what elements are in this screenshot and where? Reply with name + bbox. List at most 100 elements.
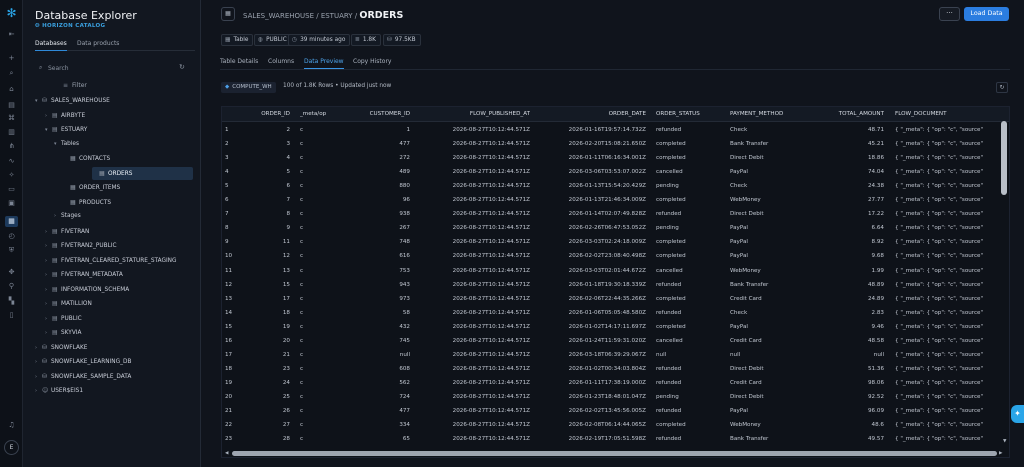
column-header-meta-op[interactable]: _meta/op [300,107,340,122]
cell-order-date[interactable]: 2026-01-06T05:05:48.580Z [532,306,646,320]
cell-customer-id[interactable]: 334 [344,418,410,432]
cell-customer-id[interactable]: 562 [344,376,410,390]
cell-total-amount[interactable]: 24.38 [812,179,884,193]
cell-order-date[interactable]: 2026-01-14T02:07:49.828Z [532,207,646,221]
cell-flow-document[interactable]: { "_meta": { "op": "c", "source" [895,235,1000,249]
cell-total-amount[interactable]: 2.83 [812,306,884,320]
cell-order-date[interactable]: 2026-01-02T14:17:11.697Z [532,320,646,334]
cell-meta-op[interactable]: c [300,376,340,390]
refresh-icon[interactable]: ↻ [179,63,185,71]
cell-order-date[interactable]: 2026-01-24T11:59:31.020Z [532,334,646,348]
scroll-left-arrow-icon[interactable]: ◀ [225,451,228,456]
cell-payment-method[interactable]: Bank Transfer [730,432,810,446]
cell-total-amount[interactable]: 98.06 [812,376,884,390]
cell-flow-document[interactable]: { "_meta": { "op": "c", "source" [895,404,1000,418]
cell-meta-op[interactable]: c [300,292,340,306]
cell-order-id[interactable]: 3 [240,137,290,151]
more-options-button[interactable]: ··· [939,7,960,21]
tree-item[interactable]: › ▤ FIVETRAN_CLEARED_STATURE_STAGING [35,254,193,267]
chevron-down-icon[interactable]: ▾ [54,138,61,151]
cell-order-date[interactable]: 2026-01-18T19:30:18.339Z [532,278,646,292]
cell-flow-document[interactable]: { "_meta": { "op": "c", "source" [895,376,1000,390]
cell-flow-published-at[interactable]: 2026-08-27T10:12:44.571Z [412,390,530,404]
table-row[interactable]: 9 11 c 748 2026-08-27T10:12:44.571Z 2026-03-0… [222,235,1009,249]
cell-flow-published-at[interactable]: 2026-08-27T10:12:44.571Z [412,249,530,263]
cell-order-status[interactable]: refunded [656,432,726,446]
table-row[interactable]: 22 27 c 334 2026-08-27T10:12:44.571Z 2026-02-… [222,418,1009,432]
cell-flow-document[interactable]: { "_meta": { "op": "c", "source" [895,278,1000,292]
cell-payment-method[interactable]: PayPal [730,249,810,263]
cell-row-number[interactable]: 7 [225,207,237,221]
cell-meta-op[interactable]: c [300,193,340,207]
cell-meta-op[interactable]: c [300,418,340,432]
cell-payment-method[interactable]: WebMoney [730,418,810,432]
avatar[interactable]: E [4,440,19,455]
cell-customer-id[interactable]: 943 [344,278,410,292]
cell-payment-method[interactable]: Direct Debit [730,207,810,221]
cell-customer-id[interactable]: 616 [344,249,410,263]
column-header-total-amount[interactable]: TOTAL_AMOUNT [812,107,884,122]
cell-row-number[interactable]: 3 [225,151,237,165]
table-row[interactable]: 15 19 c 432 2026-08-27T10:12:44.571Z 2026-01-… [222,320,1009,334]
cell-flow-published-at[interactable]: 2026-08-27T10:12:44.571Z [412,264,530,278]
tree-item[interactable]: › ▤ AIRBYTE [35,109,193,122]
cell-customer-id[interactable]: 477 [344,137,410,151]
column-header-flow-published-at[interactable]: FLOW_PUBLISHED_AT [412,107,530,122]
cell-payment-method[interactable]: Bank Transfer [730,278,810,292]
scroll-right-arrow-icon[interactable]: ▶ [999,451,1002,456]
tree-item[interactable]: › Stages [35,210,193,223]
cell-order-date[interactable]: 2026-03-06T03:53:07.002Z [532,165,646,179]
cell-flow-document[interactable]: { "_meta": { "op": "c", "source" [895,362,1000,376]
cell-order-id[interactable]: 7 [240,193,290,207]
cell-flow-published-at[interactable]: 2026-08-27T10:12:44.571Z [412,404,530,418]
cell-total-amount[interactable]: 24.89 [812,292,884,306]
cell-flow-document[interactable]: { "_meta": { "op": "c", "source" [895,320,1000,334]
ai-icon[interactable]: ✧ [5,170,18,181]
table-row[interactable]: 14 18 c 58 2026-08-27T10:12:44.571Z 2026-01-0… [222,306,1009,320]
cell-payment-method[interactable]: Direct Debit [730,362,810,376]
table-row[interactable]: 5 6 c 880 2026-08-27T10:12:44.571Z 2026-01-13… [222,179,1009,193]
cell-meta-op[interactable]: c [300,207,340,221]
cell-customer-id[interactable]: 65 [344,432,410,446]
chevron-right-icon[interactable]: › [35,342,42,355]
cell-order-id[interactable]: 26 [240,404,290,418]
table-row[interactable]: 1 2 c 1 2026-08-27T10:12:44.571Z 2026-01-16T1… [222,123,1009,137]
cell-order-id[interactable]: 21 [240,348,290,362]
table-row[interactable]: 23 28 c 65 2026-08-27T10:12:44.571Z 2026-02-1… [222,432,1009,446]
cell-meta-op[interactable]: c [300,123,340,137]
dashboard-icon[interactable]: ▥ [5,127,18,138]
cell-payment-method[interactable]: Credit Card [730,292,810,306]
cell-order-status[interactable]: completed [656,320,726,334]
cell-payment-method[interactable]: PayPal [730,320,810,334]
cell-meta-op[interactable]: c [300,179,340,193]
cell-payment-method[interactable]: PayPal [730,165,810,179]
cell-payment-method[interactable]: null [730,348,810,362]
cell-row-number[interactable]: 13 [225,292,237,306]
cell-meta-op[interactable]: c [300,362,340,376]
cell-flow-document[interactable]: { "_meta": { "op": "c", "source" [895,334,1000,348]
cell-order-status[interactable]: null [656,348,726,362]
code-icon[interactable]: ⌘ [5,113,18,124]
tab-data-products[interactable]: Data products [77,40,119,47]
cell-total-amount[interactable]: 9.68 [812,249,884,263]
cell-meta-op[interactable]: c [300,348,340,362]
cell-row-number[interactable]: 17 [225,348,237,362]
cell-flow-published-at[interactable]: 2026-08-27T10:12:44.571Z [412,123,530,137]
cell-order-status[interactable]: completed [656,137,726,151]
cell-row-number[interactable]: 9 [225,235,237,249]
cell-order-status[interactable]: cancelled [656,165,726,179]
cell-flow-document[interactable]: { "_meta": { "op": "c", "source" [895,179,1000,193]
admin-icon[interactable]: ✥ [5,267,18,278]
scroll-down-arrow-icon[interactable]: ▼ [1003,439,1006,444]
cell-flow-published-at[interactable]: 2026-08-27T10:12:44.571Z [412,432,530,446]
cell-order-id[interactable]: 4 [240,151,290,165]
docs-icon[interactable]: ▯ [5,310,18,321]
table-row[interactable]: 10 12 c 616 2026-08-27T10:12:44.571Z 2026-02-… [222,249,1009,263]
cell-flow-published-at[interactable]: 2026-08-27T10:12:44.571Z [412,165,530,179]
cell-flow-document[interactable]: { "_meta": { "op": "c", "source" [895,137,1000,151]
table-row[interactable]: 18 23 c 608 2026-08-27T10:12:44.571Z 2026-01-… [222,362,1009,376]
cell-order-date[interactable]: 2026-01-16T19:57:14.732Z [532,123,646,137]
cell-flow-published-at[interactable]: 2026-08-27T10:12:44.571Z [412,320,530,334]
cell-order-id[interactable]: 5 [240,165,290,179]
cell-order-id[interactable]: 9 [240,221,290,235]
